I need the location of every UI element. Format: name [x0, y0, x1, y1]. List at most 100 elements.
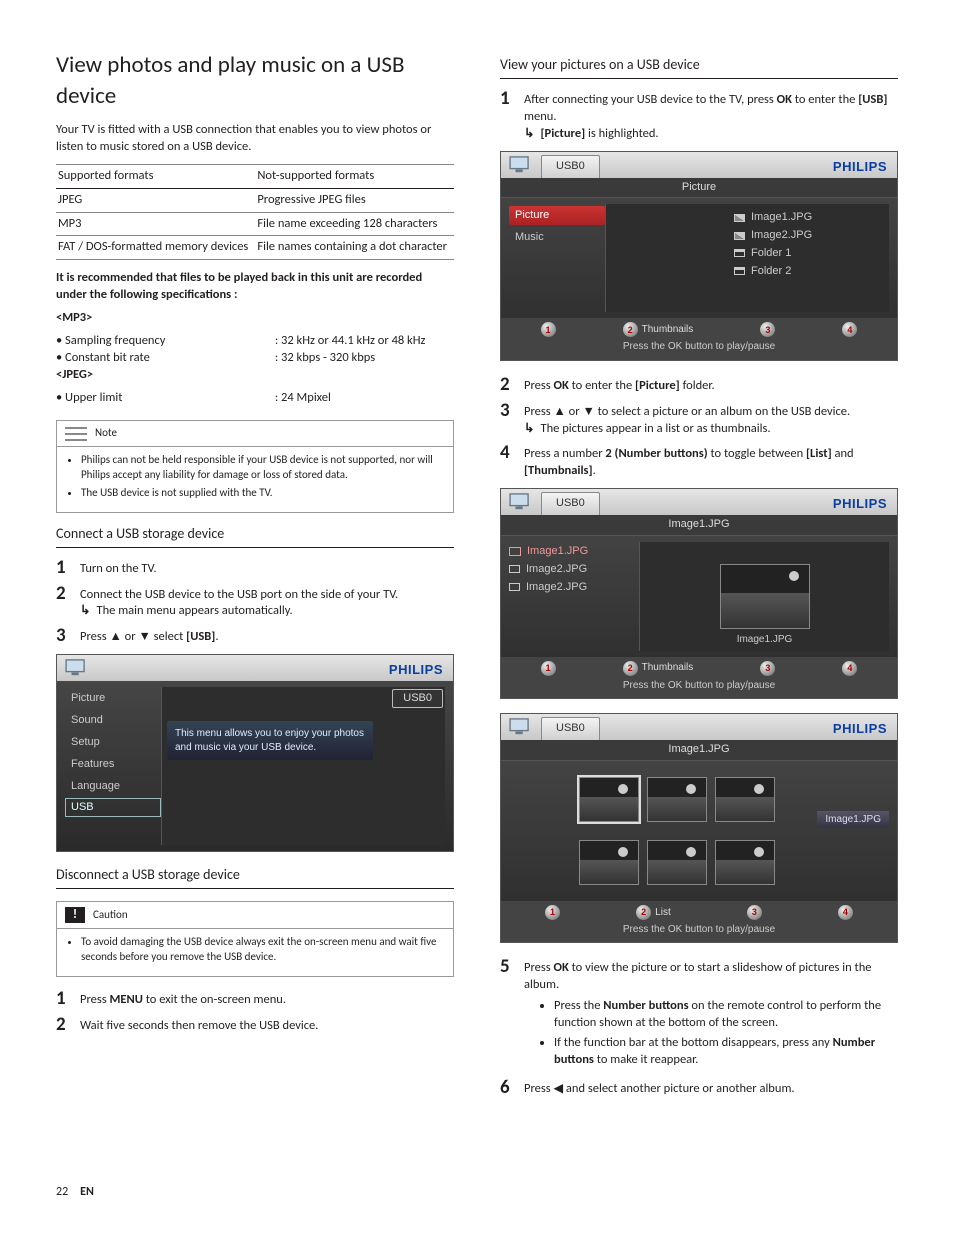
footer-button-3: 3 [760, 661, 775, 676]
step-item: 4 Press a number 2 (Number buttons) to t… [500, 443, 898, 480]
thumbnail [647, 840, 707, 885]
picture-icon [509, 565, 520, 573]
tab-usb0: USB0 [541, 155, 600, 178]
step-item: 2 Connect the USB device to the USB port… [56, 584, 454, 621]
footer-button-4: 4 [842, 661, 857, 676]
menu-item: Setup [65, 733, 161, 752]
note-item: The USB device is not supplied with the … [81, 486, 443, 501]
menu-item: Picture [65, 689, 161, 708]
table-row: JPEG Progressive JPEG files [56, 188, 454, 212]
view-pictures-heading: View your pictures on a USB device [500, 56, 898, 79]
menu-item: Sound [65, 711, 161, 730]
footer-button-4: 4 [842, 322, 857, 337]
menu-item: Features [65, 755, 161, 774]
caution-title: Caution [93, 908, 128, 923]
footer-button-3: 3 [747, 905, 762, 920]
step-item: 3 Press ▲ or ▼ select [USB]. [56, 626, 454, 646]
screen-header: Image1.JPG [501, 740, 897, 761]
result-arrow: [Picture] is highlighted. [524, 126, 659, 141]
monitor-icon [509, 493, 531, 511]
tv-screenshot-list-view: USB0 PHILIPS Image1.JPG Image1.JPG Image… [500, 488, 898, 699]
footer-button-2: 2 [623, 322, 638, 337]
disconnect-heading: Disconnect a USB storage device [56, 866, 454, 889]
spec-lead: It is recommended that files to be playe… [56, 270, 422, 302]
footer-button-2: 2 [636, 905, 651, 920]
caution-box: ! Caution To avoid damaging the USB devi… [56, 901, 454, 977]
thumbnail [715, 840, 775, 885]
tv-screenshot-picture-menu: USB0 PHILIPS Picture Picture Music Image… [500, 151, 898, 361]
page-lang: EN [80, 1184, 94, 1200]
step-item: 2 Wait five seconds then remove the USB … [56, 1015, 454, 1035]
menu-item: Music [509, 228, 605, 247]
thumbnail [715, 777, 775, 822]
table-row: MP3 File name exceeding 128 characters [56, 212, 454, 236]
step-item: 3 Press ▲ or ▼ to select a picture or an… [500, 401, 898, 438]
step-item: 1 After connecting your USB device to th… [500, 89, 898, 143]
spec-block: It is recommended that files to be playe… [56, 270, 454, 406]
brand-label: PHILIPS [389, 661, 443, 679]
intro-text: Your TV is fitted with a USB connection … [56, 122, 454, 156]
step-item: 5 Press OK to view the picture or to sta… [500, 957, 898, 1071]
caution-text: To avoid damaging the USB device always … [81, 935, 443, 965]
footer-hint: Press the OK button to play/pause [507, 340, 891, 354]
monitor-icon [509, 718, 531, 736]
spec-row: • Upper limit : 24 Mpixel [56, 390, 454, 407]
picture-icon [734, 232, 745, 240]
footer-button-4: 4 [838, 905, 853, 920]
col-notsupported: Not-supported formats [255, 164, 454, 188]
footer-button-2: 2 [623, 661, 638, 676]
brand-label: PHILIPS [833, 720, 887, 738]
caution-icon: ! [65, 907, 85, 923]
menu-item: Language [65, 777, 161, 796]
spec-row: • Sampling frequency : 32 kHz or 44.1 kH… [56, 333, 454, 350]
step-item: 2 Press OK to enter the [Picture] folder… [500, 375, 898, 395]
monitor-icon [65, 659, 87, 677]
file-item: Image2.JPG [734, 228, 881, 243]
note-box: Note Philips can not be held responsible… [56, 420, 454, 512]
picture-icon [734, 214, 745, 222]
footer-hint: Press the OK button to play/pause [507, 679, 891, 693]
file-item: Image1.JPG [734, 210, 881, 225]
menu-item-selected: Picture [509, 206, 605, 225]
page-number: 22 [56, 1184, 68, 1200]
page-footer: 22 EN [56, 1184, 898, 1200]
result-arrow: The pictures appear in a list or as thum… [524, 421, 771, 436]
tv-screenshot-main-menu: PHILIPS Picture Sound Setup Features Lan… [56, 654, 454, 852]
jpeg-label: <JPEG> [56, 367, 93, 382]
brand-label: PHILIPS [833, 158, 887, 176]
camera-icon [509, 547, 521, 556]
step-item: 1 Press MENU to exit the on-screen menu. [56, 989, 454, 1009]
monitor-icon [509, 156, 531, 174]
tv-screenshot-thumbnails-view: USB0 PHILIPS Image1.JPG Image1.JPG 1 [500, 713, 898, 943]
usb-pill: USB0 [392, 689, 443, 708]
screen-header: Picture [501, 178, 897, 199]
step-item: 6 Press ◀ and select another picture or … [500, 1078, 898, 1098]
tooltip-text: This menu allows you to enjoy your photo… [167, 721, 373, 760]
table-row: FAT / DOS-formatted memory devices File … [56, 236, 454, 260]
note-title: Note [95, 426, 117, 441]
bullet-item: Press the Number buttons on the remote c… [554, 998, 898, 1032]
thumbnail [647, 777, 707, 822]
footer-button-1: 1 [545, 905, 560, 920]
folder-icon [734, 267, 745, 275]
preview-label: Image1.JPG [737, 633, 793, 647]
result-arrow: The main menu appears automatically. [80, 603, 293, 618]
step-item: 1 Turn on the TV. [56, 558, 454, 578]
spec-row: • Constant bit rate : 32 kbps - 320 kbps [56, 350, 454, 367]
screen-header: Image1.JPG [501, 515, 897, 536]
picture-icon [509, 583, 520, 591]
footer-hint: Press the OK button to play/pause [507, 923, 891, 937]
note-icon [65, 427, 87, 441]
brand-label: PHILIPS [833, 495, 887, 513]
tab-usb0: USB0 [541, 492, 600, 515]
footer-button-3: 3 [760, 322, 775, 337]
footer-button-1: 1 [541, 661, 556, 676]
menu-item-selected: USB [65, 798, 161, 817]
folder-icon [734, 249, 745, 257]
footer-button-1: 1 [541, 322, 556, 337]
col-supported: Supported formats [56, 164, 255, 188]
tab-usb0: USB0 [541, 717, 600, 740]
formats-table: Supported formats Not-supported formats … [56, 164, 454, 261]
section-title: View photos and play music on a USB devi… [56, 50, 454, 112]
thumbnail [579, 840, 639, 885]
